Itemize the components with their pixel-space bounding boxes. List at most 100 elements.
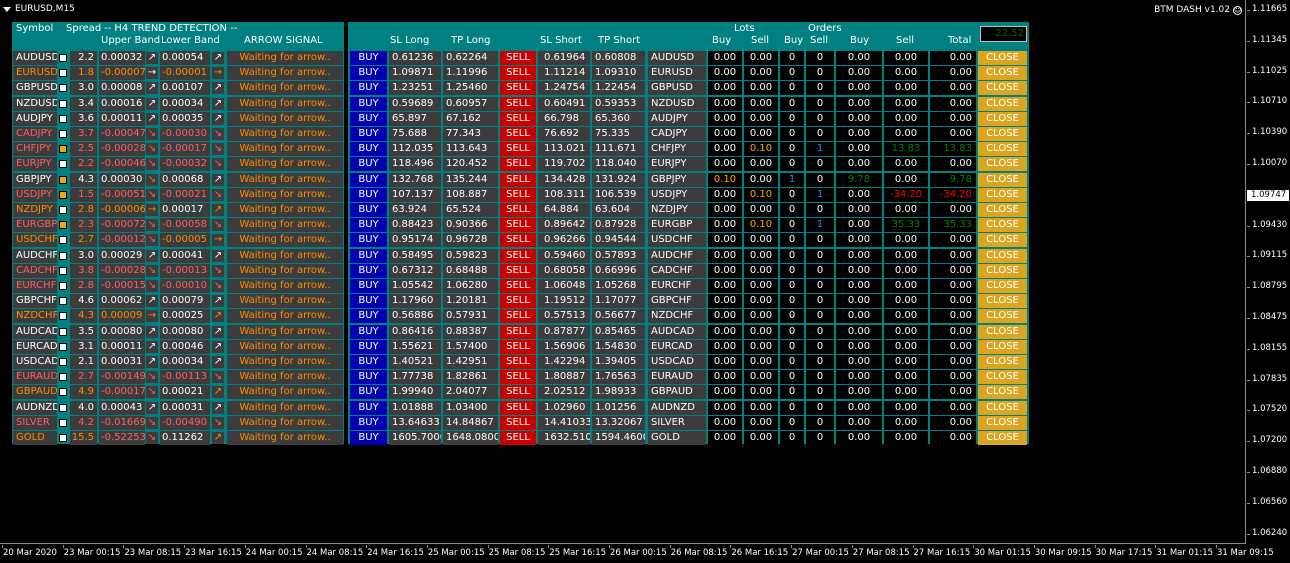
select-checkbox[interactable] (59, 84, 67, 93)
time-axis[interactable]: 20 Mar 2020 23 Mar 00:15 23 Mar 08:15 23 Ma… (0, 545, 1274, 563)
buy-button[interactable]: BUY (350, 96, 387, 111)
close-button[interactable]: CLOSE (978, 111, 1027, 126)
sell-button[interactable]: SELL (500, 324, 536, 339)
close-button[interactable]: CLOSE (978, 385, 1027, 400)
buy-button[interactable]: BUY (350, 233, 387, 248)
select-checkbox[interactable] (59, 297, 67, 306)
select-checkbox[interactable] (59, 69, 67, 78)
select-checkbox[interactable] (59, 114, 67, 123)
close-button[interactable]: CLOSE (978, 157, 1027, 172)
close-button[interactable]: CLOSE (978, 431, 1027, 445)
sell-button[interactable]: SELL (500, 309, 536, 324)
select-checkbox[interactable] (59, 327, 67, 336)
dropdown-triangle-icon[interactable] (3, 6, 11, 12)
sell-button[interactable]: SELL (500, 127, 536, 141)
price-axis[interactable]: 1.11665 1.11345 1.11025 1.10710 1.10390 1.100… (1247, 0, 1290, 544)
sell-button[interactable]: SELL (500, 233, 536, 248)
close-button[interactable]: CLOSE (978, 142, 1027, 157)
select-checkbox[interactable] (59, 434, 67, 442)
sell-button[interactable]: SELL (500, 66, 536, 81)
close-button[interactable]: CLOSE (978, 248, 1027, 263)
sell-button[interactable]: SELL (500, 96, 536, 111)
sell-button[interactable]: SELL (500, 81, 536, 96)
sell-button[interactable]: SELL (500, 51, 536, 65)
close-button[interactable]: CLOSE (978, 51, 1027, 65)
close-button[interactable]: CLOSE (978, 218, 1027, 233)
sell-button[interactable]: SELL (500, 111, 536, 126)
buy-button[interactable]: BUY (350, 218, 387, 233)
buy-button[interactable]: BUY (350, 355, 387, 369)
sell-button[interactable]: SELL (500, 142, 536, 157)
close-button[interactable]: CLOSE (978, 355, 1027, 369)
buy-button[interactable]: BUY (350, 400, 387, 415)
select-checkbox[interactable] (59, 175, 67, 184)
buy-button[interactable]: BUY (350, 157, 387, 172)
sell-button[interactable]: SELL (500, 355, 536, 369)
buy-button[interactable]: BUY (350, 172, 387, 187)
close-button[interactable]: CLOSE (978, 415, 1027, 430)
sell-button[interactable]: SELL (500, 339, 536, 354)
close-button[interactable]: CLOSE (978, 279, 1027, 293)
close-button[interactable]: CLOSE (978, 294, 1027, 309)
buy-button[interactable]: BUY (350, 111, 387, 126)
sell-button[interactable]: SELL (500, 263, 536, 278)
close-button[interactable]: CLOSE (978, 400, 1027, 415)
sell-button[interactable]: SELL (500, 415, 536, 430)
buy-button[interactable]: BUY (350, 66, 387, 81)
select-checkbox[interactable] (59, 418, 67, 427)
buy-button[interactable]: BUY (350, 294, 387, 309)
close-button[interactable]: CLOSE (978, 339, 1027, 354)
buy-button[interactable]: BUY (350, 142, 387, 157)
buy-button[interactable]: BUY (350, 339, 387, 354)
close-button[interactable]: CLOSE (978, 66, 1027, 81)
buy-button[interactable]: BUY (350, 187, 387, 202)
sell-button[interactable]: SELL (500, 203, 536, 217)
sell-button[interactable]: SELL (500, 431, 536, 445)
close-button[interactable]: CLOSE (978, 263, 1027, 278)
select-checkbox[interactable] (59, 190, 67, 199)
buy-button[interactable]: BUY (350, 309, 387, 324)
sell-button[interactable]: SELL (500, 172, 536, 187)
close-button[interactable]: CLOSE (978, 172, 1027, 187)
sell-button[interactable]: SELL (500, 370, 536, 385)
select-checkbox[interactable] (59, 206, 67, 214)
close-button[interactable]: CLOSE (978, 309, 1027, 324)
sell-button[interactable]: SELL (500, 248, 536, 263)
sell-button[interactable]: SELL (500, 385, 536, 400)
select-checkbox[interactable] (59, 373, 67, 382)
close-button[interactable]: CLOSE (978, 370, 1027, 385)
select-checkbox[interactable] (59, 160, 67, 169)
select-checkbox[interactable] (59, 388, 67, 397)
sell-button[interactable]: SELL (500, 279, 536, 293)
select-checkbox[interactable] (59, 312, 67, 321)
buy-button[interactable]: BUY (350, 324, 387, 339)
sell-button[interactable]: SELL (500, 187, 536, 202)
buy-button[interactable]: BUY (350, 279, 387, 293)
buy-button[interactable]: BUY (350, 127, 387, 141)
select-checkbox[interactable] (59, 130, 67, 138)
buy-button[interactable]: BUY (350, 203, 387, 217)
close-button[interactable]: CLOSE (978, 127, 1027, 141)
sell-button[interactable]: SELL (500, 400, 536, 415)
buy-button[interactable]: BUY (350, 370, 387, 385)
select-checkbox[interactable] (59, 403, 67, 412)
select-checkbox[interactable] (59, 145, 67, 154)
select-checkbox[interactable] (59, 221, 67, 230)
buy-button[interactable]: BUY (350, 248, 387, 263)
buy-button[interactable]: BUY (350, 81, 387, 96)
select-checkbox[interactable] (59, 282, 67, 290)
sell-button[interactable]: SELL (500, 157, 536, 172)
buy-button[interactable]: BUY (350, 385, 387, 400)
sell-button[interactable]: SELL (500, 294, 536, 309)
close-button[interactable]: CLOSE (978, 81, 1027, 96)
close-button[interactable]: CLOSE (978, 96, 1027, 111)
buy-button[interactable]: BUY (350, 51, 387, 65)
buy-button[interactable]: BUY (350, 415, 387, 430)
select-checkbox[interactable] (59, 266, 67, 275)
close-button[interactable]: CLOSE (978, 203, 1027, 217)
select-checkbox[interactable] (59, 54, 67, 62)
select-checkbox[interactable] (59, 342, 67, 351)
sell-button[interactable]: SELL (500, 218, 536, 233)
close-button[interactable]: CLOSE (978, 187, 1027, 202)
symbol-timeframe-label[interactable]: EURUSD,M15 (3, 3, 75, 15)
